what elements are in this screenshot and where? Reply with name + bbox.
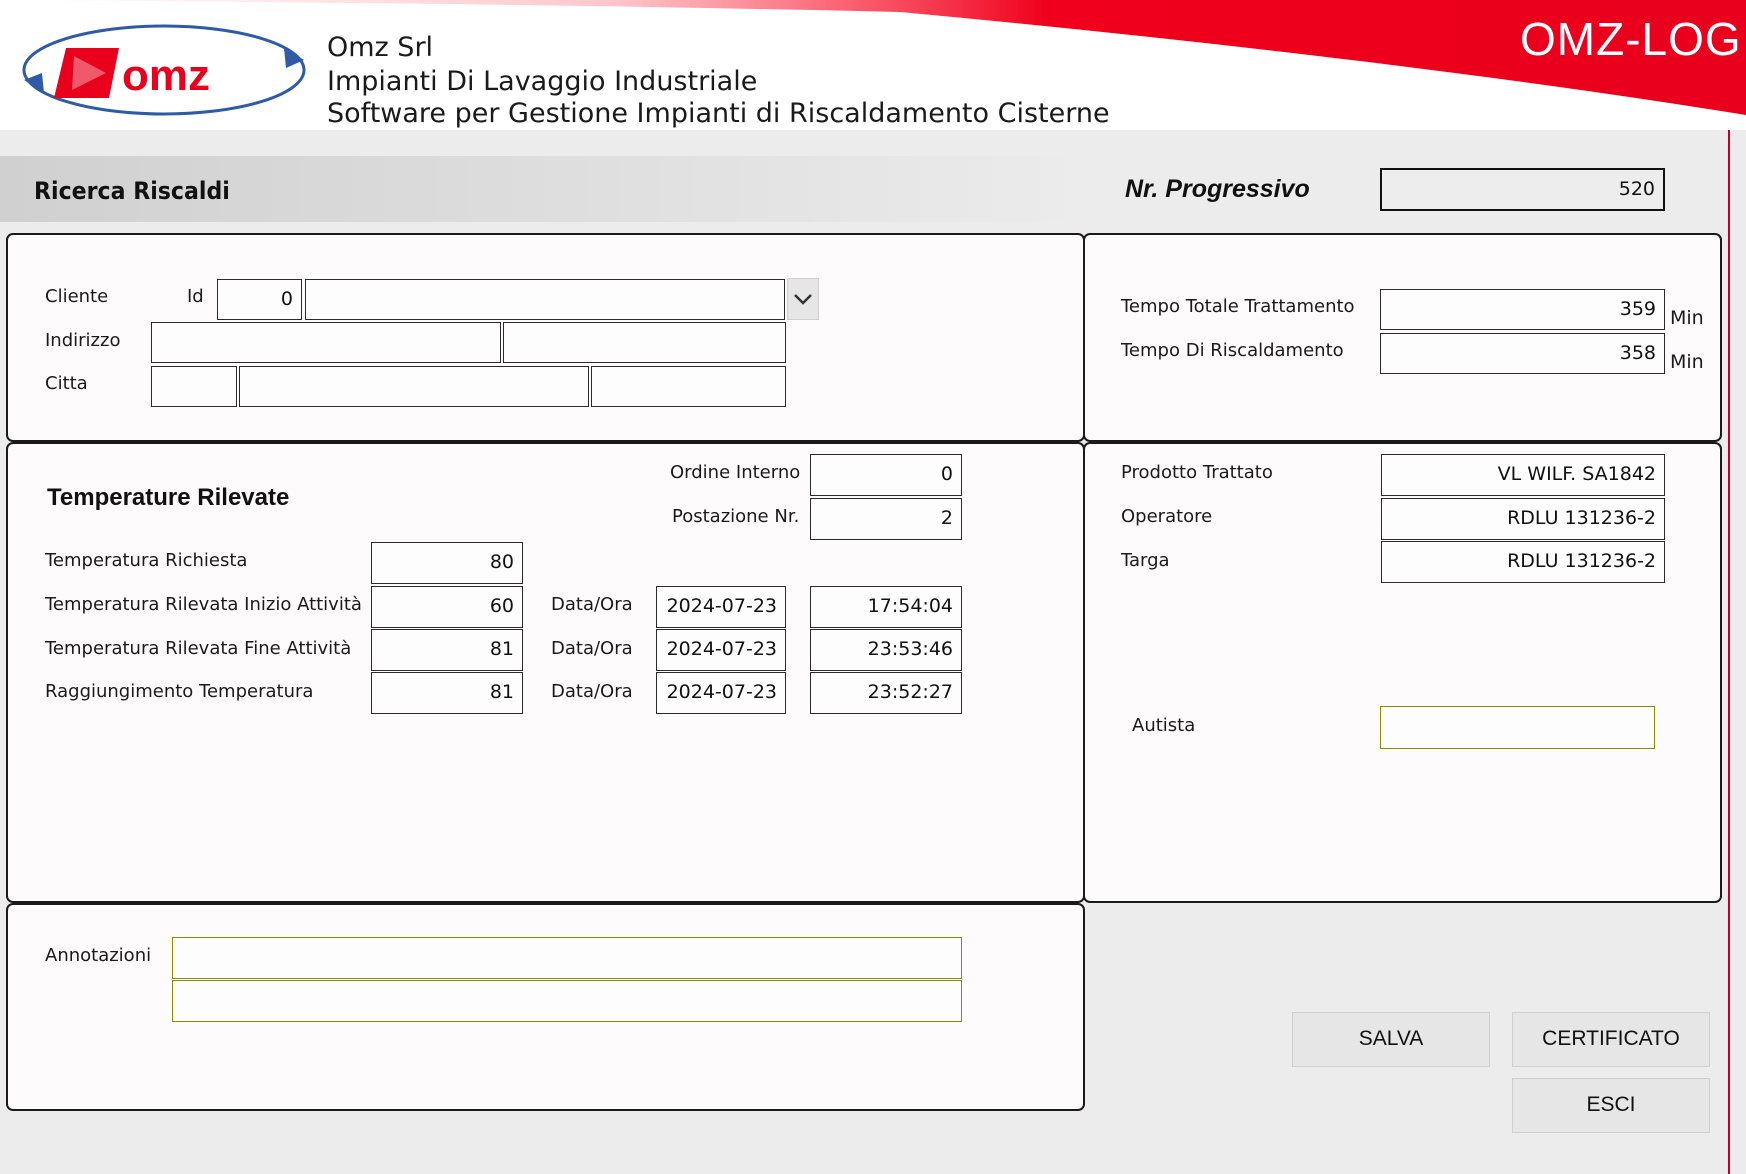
app-header: omz Omz Srl Impianti Di Lavaggio Industr… — [0, 0, 1746, 130]
prodotto-label: Prodotto Trattato — [1121, 462, 1273, 483]
targa-label: Targa — [1121, 550, 1170, 571]
chevron-down-icon — [794, 294, 812, 305]
esci-button[interactable]: ESCI — [1512, 1078, 1710, 1133]
cliente-label: Cliente — [45, 286, 109, 307]
data-fine-field[interactable]: 2024-07-23 — [656, 629, 786, 671]
citta-field-1[interactable] — [151, 366, 237, 407]
omz-logo: omz — [22, 24, 306, 116]
annotazioni-field-1[interactable] — [172, 937, 962, 979]
tempo-totale-label: Tempo Totale Trattamento — [1121, 296, 1355, 317]
citta-field-2[interactable] — [239, 366, 589, 407]
indirizzo-field-1[interactable] — [151, 322, 501, 363]
app-title: OMZ-LOG — [1520, 13, 1742, 65]
progressive-field[interactable]: 520 — [1380, 168, 1665, 211]
raggiungimento-label: Raggiungimento Temperatura — [45, 681, 314, 702]
tempo-riscaldamento-unit: Min — [1670, 351, 1704, 373]
ora-fine-field[interactable]: 23:53:46 — [810, 629, 962, 671]
company-name: Omz Srl — [327, 32, 434, 63]
window-edge — [1728, 130, 1730, 1174]
annotazioni-label: Annotazioni — [45, 945, 152, 966]
annotazioni-field-2[interactable] — [172, 980, 962, 1022]
temperatura-richiesta-field[interactable]: 80 — [371, 542, 523, 584]
raggiungimento-field[interactable]: 81 — [371, 672, 523, 714]
id-label: Id — [187, 286, 204, 307]
dataora-label-inizio: Data/Ora — [551, 594, 633, 615]
postazione-field[interactable]: 2 — [810, 498, 962, 540]
tempo-riscaldamento-field[interactable]: 358 — [1380, 333, 1665, 374]
autista-label: Autista — [1132, 715, 1196, 736]
temperature-section-title: Temperature Rilevate — [47, 484, 290, 511]
operatore-field[interactable]: RDLU 131236-2 — [1381, 498, 1665, 540]
targa-field[interactable]: RDLU 131236-2 — [1381, 541, 1665, 583]
certificato-button[interactable]: CERTIFICATO — [1512, 1012, 1710, 1067]
page-title: Ricerca Riscaldi — [34, 177, 230, 205]
company-line-2: Impianti Di Lavaggio Industriale — [327, 66, 758, 97]
tempo-totale-field[interactable]: 359 — [1380, 289, 1665, 330]
cliente-dropdown-button[interactable] — [787, 278, 819, 320]
dataora-label-fine: Data/Ora — [551, 638, 633, 659]
ordine-interno-label: Ordine Interno — [670, 462, 801, 483]
tempo-totale-unit: Min — [1670, 307, 1704, 329]
citta-label: Citta — [45, 373, 88, 394]
postazione-label: Postazione Nr. — [672, 506, 800, 527]
temperatura-inizio-label: Temperatura Rilevata Inizio Attività — [45, 594, 362, 615]
svg-text:omz: omz — [122, 51, 210, 100]
citta-field-3[interactable] — [591, 366, 786, 407]
operatore-label: Operatore — [1121, 506, 1213, 527]
company-line-3: Software per Gestione Impianti di Riscal… — [327, 98, 1110, 129]
dataora-label-raggiungimento: Data/Ora — [551, 681, 633, 702]
autista-field[interactable] — [1380, 706, 1655, 749]
progressive-label: Nr. Progressivo — [1125, 175, 1310, 203]
cliente-name-field[interactable] — [305, 279, 785, 320]
data-raggiungimento-field[interactable]: 2024-07-23 — [656, 672, 786, 714]
prodotto-field[interactable]: VL WILF. SA1842 — [1381, 454, 1665, 496]
temperatura-richiesta-label: Temperatura Richiesta — [45, 550, 248, 571]
temperatura-fine-field[interactable]: 81 — [371, 629, 523, 671]
indirizzo-field-2[interactable] — [503, 322, 786, 363]
ora-inizio-field[interactable]: 17:54:04 — [810, 586, 962, 628]
salva-button[interactable]: SALVA — [1292, 1012, 1490, 1067]
cliente-id-field[interactable]: 0 — [217, 279, 302, 320]
indirizzo-label: Indirizzo — [45, 330, 121, 351]
ordine-interno-field[interactable]: 0 — [810, 454, 962, 496]
tempo-riscaldamento-label: Tempo Di Riscaldamento — [1121, 340, 1344, 361]
ora-raggiungimento-field[interactable]: 23:52:27 — [810, 672, 962, 714]
temperatura-inizio-field[interactable]: 60 — [371, 586, 523, 628]
data-inizio-field[interactable]: 2024-07-23 — [656, 586, 786, 628]
temperatura-fine-label: Temperatura Rilevata Fine Attività — [45, 638, 352, 659]
